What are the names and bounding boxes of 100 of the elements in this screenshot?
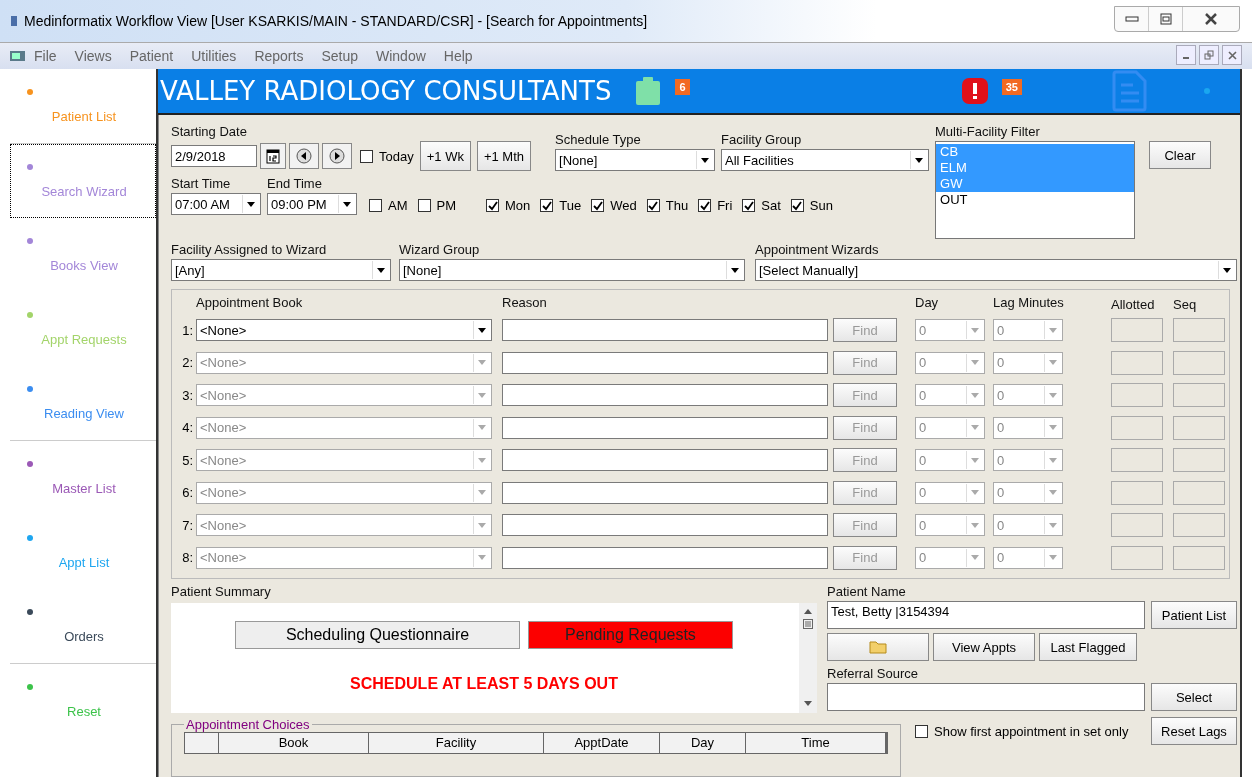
sidebar-item[interactable]: Master List [10,441,156,515]
book-dropdown[interactable]: <None> [196,319,492,342]
checkbox[interactable] [698,199,712,212]
column-header: Day [915,294,940,312]
period-checkbox[interactable]: AM [369,198,408,213]
reason-field[interactable] [502,384,828,407]
scrollbar[interactable] [799,603,817,713]
referral-field[interactable] [827,683,1145,711]
dropdown-arrow-icon [731,267,739,273]
requests-button[interactable]: Pending Requests [528,621,733,649]
list-item[interactable]: GW [936,176,1135,192]
wizard-group-dropdown[interactable]: [None] [399,259,745,281]
day-dropdown[interactable]: 0 [915,319,985,342]
sidebar-item[interactable]: Reading View [10,366,156,440]
checkbox[interactable] [369,199,382,212]
sidebar-item[interactable]: Books View [10,218,156,292]
alert-icon[interactable] [961,78,988,104]
scroll-up-icon[interactable] [804,609,812,615]
date-field[interactable]: 2/9/2018 [171,145,257,167]
checkbox[interactable] [540,199,554,212]
menu-item[interactable]: File [34,48,57,64]
list-item[interactable]: CB [936,144,1135,160]
checkbox[interactable] [742,199,756,212]
day-checkbox[interactable]: Sat [742,198,781,213]
menu-item[interactable]: Reports [254,48,304,64]
checkbox[interactable] [790,199,804,212]
calendar-button[interactable] [260,143,286,169]
date-step-button[interactable]: +1 Mth [476,141,532,171]
checkbox[interactable] [417,199,431,212]
patient-list-button[interactable]: Patient List [1151,601,1237,629]
day-checkbox[interactable]: Fri [698,198,733,213]
previous-button[interactable] [289,143,319,169]
field-label: Schedule Type [555,131,642,149]
menu-item[interactable]: Patient [129,48,174,64]
list-item[interactable]: ELM [936,160,1135,176]
day-checkbox[interactable]: Thu [646,198,689,213]
section-label: Patient Summary [171,583,272,601]
column-header[interactable]: Book [219,733,369,753]
column-header[interactable]: Facility [369,733,544,753]
sidebar-item[interactable]: Search Wizard [10,144,156,218]
reason-field[interactable] [502,351,828,374]
dropdown-arrow-icon [377,267,385,273]
list-icon[interactable] [803,619,813,629]
last-flagged-button[interactable]: Last Flagged [1039,633,1137,661]
column-header[interactable]: Day [660,733,746,753]
facility-listbox[interactable]: CB ELM GW OUT [935,141,1136,239]
folder-button[interactable] [827,633,929,661]
column-header[interactable]: Time [746,733,886,753]
checkbox[interactable] [591,199,605,212]
scroll-down-icon[interactable] [804,701,812,707]
questionnaire-button[interactable]: Scheduling Questionnaire [235,621,520,649]
lag-dropdown[interactable]: 0 [993,319,1063,342]
reason-field[interactable] [502,449,828,472]
menu-item[interactable]: Utilities [191,48,237,64]
patient-name-field[interactable]: Test, Betty |3154394 [827,601,1145,629]
menu-item[interactable]: Setup [321,48,358,64]
restore-button[interactable] [1199,45,1219,65]
sidebar-item[interactable]: Orders [10,589,156,663]
clipboard-icon[interactable] [635,77,662,105]
close-button[interactable] [1222,45,1242,65]
menu-item[interactable]: Window [376,48,426,64]
sidebar-item[interactable]: Appt List [10,515,156,589]
day-checkbox[interactable]: Mon [486,198,531,213]
wizards-dropdown[interactable]: [Select Manually] [755,259,1237,281]
column-header: Reason [502,294,548,312]
sidebar-label: Search Wizard [40,183,128,199]
day-checkbox[interactable]: Wed [591,198,637,213]
today-checkbox[interactable]: Today [360,148,414,164]
checkbox[interactable] [646,199,660,212]
list-item[interactable]: OUT [936,192,1135,208]
reset-lags-button[interactable]: Reset Lags [1151,717,1237,745]
next-button[interactable] [322,143,352,169]
restore-icon [1204,50,1214,60]
day-checkbox[interactable]: Sun [790,198,833,213]
notice-text: SCHEDULE AT LEAST 5 DAYS OUT [350,675,618,693]
end-time-dropdown[interactable]: 09:00 PM [267,193,357,215]
facility-dropdown[interactable]: [Any] [171,259,391,281]
minimize-button[interactable] [1176,45,1196,65]
reason-field[interactable] [502,481,828,504]
view-appts-button[interactable]: View Appts [933,633,1035,661]
date-step-button[interactable]: +1 Wk [419,141,471,171]
checkbox-label: Sun [809,198,833,213]
period-checkbox[interactable]: PM [417,198,456,213]
reason-field[interactable] [502,514,828,537]
reason-field[interactable] [502,416,828,439]
select-button[interactable]: Select [1151,683,1237,711]
checkbox[interactable] [360,149,373,163]
start-time-dropdown[interactable]: 07:00 AM [171,193,261,215]
facility-group-dropdown[interactable]: All Facilities [721,149,930,171]
day-checkbox[interactable]: Tue [540,198,582,213]
dropdown-arrow-icon [1049,327,1057,333]
reason-field[interactable] [502,319,828,342]
clear-button[interactable]: Clear [1149,141,1212,169]
schedule-type-dropdown[interactable]: [None] [555,149,716,171]
reason-field[interactable] [502,546,828,569]
column-header[interactable]: ApptDate [544,733,660,753]
menu-item[interactable]: Views [74,48,112,64]
checkbox[interactable] [915,724,928,738]
checkbox[interactable] [486,199,499,212]
menu-item[interactable]: Help [443,48,473,64]
